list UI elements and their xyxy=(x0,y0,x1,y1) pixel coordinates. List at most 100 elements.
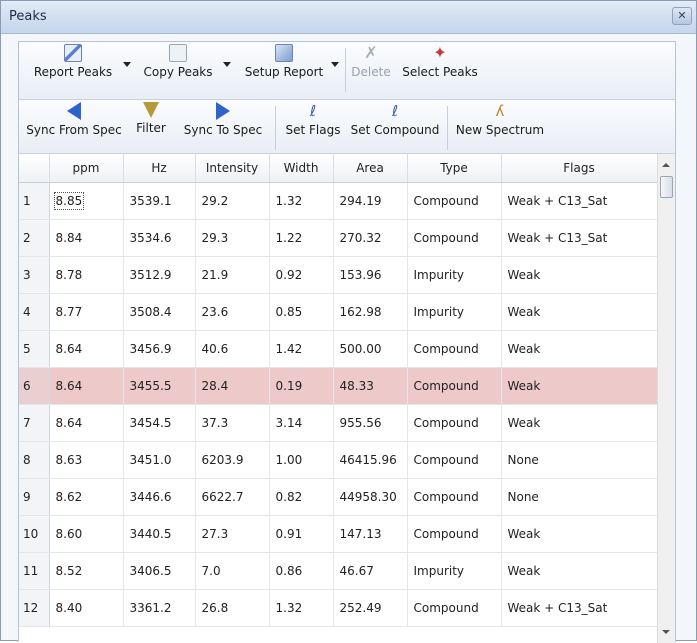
intensity-cell[interactable]: 29.2 xyxy=(195,182,270,220)
flags-cell[interactable]: Weak xyxy=(501,367,658,405)
flags-cell[interactable]: None xyxy=(501,441,658,479)
area-cell[interactable]: 44958.30 xyxy=(333,478,408,516)
intensity-cell[interactable]: 37.3 xyxy=(195,404,270,442)
table-row[interactable]: 8 8.63 3451.0 6203.9 1.00 46415.96 Compound Non… xyxy=(19,441,658,479)
table-row[interactable]: 3 8.78 3512.9 21.9 0.92 153.96 Impurity Weak xyxy=(19,256,658,294)
copy-peaks-dropdown-arrow[interactable] xyxy=(223,62,231,67)
column-header-flags[interactable]: Flags xyxy=(501,154,658,183)
type-cell[interactable]: Compound xyxy=(407,441,502,479)
hz-cell[interactable]: 3512.9 xyxy=(123,256,196,294)
copy-peaks-button[interactable]: Copy Peaks xyxy=(137,44,219,79)
area-cell[interactable]: 46415.96 xyxy=(333,441,408,479)
intensity-cell[interactable]: 6622.7 xyxy=(195,478,270,516)
type-cell[interactable]: Compound xyxy=(407,330,502,368)
flags-cell[interactable]: Weak xyxy=(501,552,658,590)
area-cell[interactable]: 252.49 xyxy=(333,589,408,627)
type-cell[interactable]: Compound xyxy=(407,589,502,627)
ppm-cell[interactable]: 8.64 xyxy=(49,330,124,368)
column-header-hz[interactable]: Hz xyxy=(123,154,196,183)
scroll-down-icon[interactable] xyxy=(662,630,670,634)
hz-cell[interactable]: 3446.6 xyxy=(123,478,196,516)
table-row[interactable]: 12 8.40 3361.2 26.8 1.32 252.49 Compound Weak +… xyxy=(19,589,658,627)
table-row[interactable]: 7 8.64 3454.5 37.3 3.14 955.56 Compound Weak xyxy=(19,404,658,442)
report-peaks-button[interactable]: Report Peaks xyxy=(29,44,117,79)
type-cell[interactable]: Impurity xyxy=(407,552,502,590)
area-cell[interactable]: 500.00 xyxy=(333,330,408,368)
hz-cell[interactable]: 3455.5 xyxy=(123,367,196,405)
ppm-cell[interactable]: 8.85 xyxy=(49,182,124,220)
area-cell[interactable]: 147.13 xyxy=(333,515,408,553)
table-row[interactable]: 10 8.60 3440.5 27.3 0.91 147.13 Compound Weak xyxy=(19,515,658,553)
flags-cell[interactable]: Weak xyxy=(501,256,658,294)
sync-from-spec-button[interactable]: Sync From Spec xyxy=(21,102,127,137)
intensity-cell[interactable]: 28.4 xyxy=(195,367,270,405)
table-row[interactable]: 2 8.84 3534.6 29.3 1.22 270.32 Compound Weak + … xyxy=(19,219,658,257)
table-row[interactable]: 11 8.52 3406.5 7.0 0.86 46.67 Impurity Weak xyxy=(19,552,658,590)
flags-cell[interactable]: Weak xyxy=(501,404,658,442)
column-header-area[interactable]: Area xyxy=(333,154,408,183)
width-cell[interactable]: 0.82 xyxy=(269,478,334,516)
column-header-type[interactable]: Type xyxy=(407,154,502,183)
area-cell[interactable]: 162.98 xyxy=(333,293,408,331)
width-cell[interactable]: 1.22 xyxy=(269,219,334,257)
intensity-cell[interactable]: 40.6 xyxy=(195,330,270,368)
column-header-ppm[interactable]: ppm xyxy=(49,154,124,183)
type-cell[interactable]: Compound xyxy=(407,515,502,553)
new-spectrum-button[interactable]: ʎ New Spectrum xyxy=(455,102,545,137)
type-cell[interactable]: Impurity xyxy=(407,293,502,331)
report-peaks-dropdown-arrow[interactable] xyxy=(123,62,131,67)
type-cell[interactable]: Compound xyxy=(407,219,502,257)
width-cell[interactable]: 0.85 xyxy=(269,293,334,331)
width-cell[interactable]: 1.32 xyxy=(269,589,334,627)
area-cell[interactable]: 48.33 xyxy=(333,367,408,405)
ppm-cell[interactable]: 8.62 xyxy=(49,478,124,516)
setup-report-button[interactable]: Setup Report xyxy=(239,44,329,79)
intensity-cell[interactable]: 7.0 xyxy=(195,552,270,590)
ppm-cell[interactable]: 8.64 xyxy=(49,404,124,442)
intensity-cell[interactable]: 21.9 xyxy=(195,256,270,294)
type-cell[interactable]: Compound xyxy=(407,182,502,220)
width-cell[interactable]: 0.92 xyxy=(269,256,334,294)
width-cell[interactable]: 0.91 xyxy=(269,515,334,553)
flags-cell[interactable]: Weak xyxy=(501,293,658,331)
table-row[interactable]: 1 8.85 3539.1 29.2 1.32 294.19 Compound Weak + … xyxy=(19,182,658,220)
close-icon[interactable]: ✕ xyxy=(672,7,692,25)
width-cell[interactable]: 0.19 xyxy=(269,367,334,405)
ppm-cell[interactable]: 8.78 xyxy=(49,256,124,294)
hz-cell[interactable]: 3508.4 xyxy=(123,293,196,331)
table-row[interactable]: 5 8.64 3456.9 40.6 1.42 500.00 Compound Weak xyxy=(19,330,658,368)
select-peaks-button[interactable]: ✦ Select Peaks xyxy=(399,44,481,80)
hz-cell[interactable]: 3456.9 xyxy=(123,330,196,368)
hz-cell[interactable]: 3440.5 xyxy=(123,515,196,553)
intensity-cell[interactable]: 29.3 xyxy=(195,219,270,257)
filter-button[interactable]: Filter xyxy=(131,102,171,135)
ppm-cell[interactable]: 8.84 xyxy=(49,219,124,257)
width-cell[interactable]: 1.42 xyxy=(269,330,334,368)
flags-cell[interactable]: Weak + C13_Sat xyxy=(501,182,658,220)
ppm-cell[interactable]: 8.77 xyxy=(49,293,124,331)
ppm-cell[interactable]: 8.40 xyxy=(49,589,124,627)
hz-cell[interactable]: 3406.5 xyxy=(123,552,196,590)
type-cell[interactable]: Compound xyxy=(407,478,502,516)
table-row[interactable]: 6 8.64 3455.5 28.4 0.19 48.33 Compound Weak xyxy=(19,367,658,405)
area-cell[interactable]: 153.96 xyxy=(333,256,408,294)
hz-cell[interactable]: 3534.6 xyxy=(123,219,196,257)
set-flags-button[interactable]: ℓ Set Flags xyxy=(281,102,345,137)
sync-to-spec-button[interactable]: Sync To Spec xyxy=(175,102,271,137)
width-cell[interactable]: 1.00 xyxy=(269,441,334,479)
width-cell[interactable]: 3.14 xyxy=(269,404,334,442)
area-cell[interactable]: 270.32 xyxy=(333,219,408,257)
flags-cell[interactable]: Weak xyxy=(501,330,658,368)
hz-cell[interactable]: 3361.2 xyxy=(123,589,196,627)
set-compound-button[interactable]: ℓ Set Compound xyxy=(349,102,441,137)
table-row[interactable]: 4 8.77 3508.4 23.6 0.85 162.98 Impurity Weak xyxy=(19,293,658,331)
hz-cell[interactable]: 3454.5 xyxy=(123,404,196,442)
setup-report-dropdown-arrow[interactable] xyxy=(331,62,339,67)
flags-cell[interactable]: None xyxy=(501,478,658,516)
delete-button[interactable]: ✗ Delete xyxy=(351,44,391,80)
scroll-up-icon[interactable] xyxy=(662,163,670,167)
ppm-cell[interactable]: 8.60 xyxy=(49,515,124,553)
ppm-cell[interactable]: 8.52 xyxy=(49,552,124,590)
area-cell[interactable]: 294.19 xyxy=(333,182,408,220)
column-header-rownum[interactable] xyxy=(19,154,50,183)
